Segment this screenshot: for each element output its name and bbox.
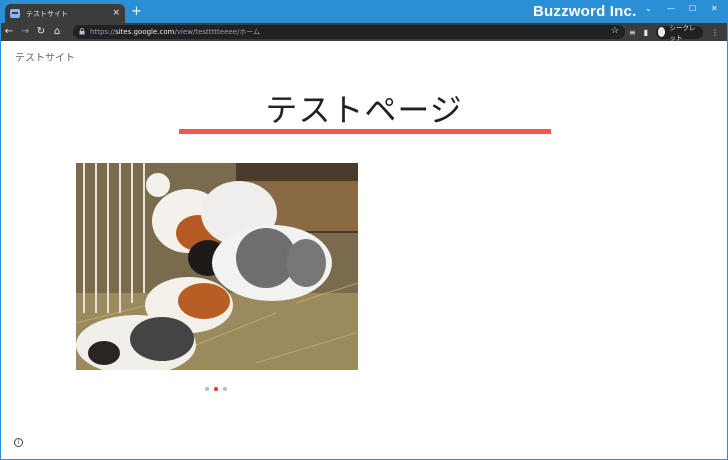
address-bar[interactable]: https://sites.google.com/view/testttttee… — [73, 25, 625, 39]
forward-icon[interactable]: → — [17, 23, 33, 41]
carousel-dot[interactable] — [223, 387, 227, 391]
side-panel-icon[interactable]: ▮ — [644, 28, 648, 37]
close-window-button[interactable]: ✕ — [711, 4, 718, 13]
browser-tab[interactable]: テストサイト × — [5, 4, 125, 23]
incognito-badge[interactable]: シークレット — [656, 24, 703, 42]
url-text: https://sites.google.com/view/testttttee… — [90, 28, 261, 36]
maximize-button[interactable]: ☐ — [689, 4, 696, 13]
reading-list-icon[interactable]: ≡ — [629, 28, 636, 37]
browser-window: テストサイト × + Buzzword Inc. ⌄ — ☐ ✕ ← → ↻ ⌂… — [0, 0, 728, 460]
image-carousel[interactable] — [76, 163, 358, 370]
carousel-dot[interactable] — [205, 387, 209, 391]
carousel-indicators — [205, 387, 227, 391]
minimize-button[interactable]: — — [667, 4, 675, 13]
tab-search-icon[interactable]: ⌄ — [645, 4, 652, 13]
brand-watermark: Buzzword Inc. — [533, 3, 637, 20]
star-icon[interactable]: ☆ — [611, 26, 619, 36]
home-icon[interactable]: ⌂ — [49, 23, 65, 41]
site-favicon-icon — [10, 9, 20, 18]
info-icon[interactable]: i — [14, 438, 23, 447]
lock-icon[interactable] — [79, 27, 85, 37]
toolbar-right: ≡ ▮ シークレット ⋮ — [629, 23, 727, 42]
reload-icon[interactable]: ↻ — [33, 23, 49, 41]
incognito-icon — [658, 27, 666, 37]
site-name[interactable]: テストサイト — [15, 49, 75, 64]
back-icon[interactable]: ← — [1, 23, 17, 41]
tab-bar: テストサイト × + Buzzword Inc. ⌄ — ☐ ✕ — [1, 1, 727, 23]
page-title: テストページ — [265, 91, 463, 129]
tab-title: テストサイト — [26, 9, 68, 18]
tab-close-icon[interactable]: × — [112, 9, 120, 18]
menu-icon[interactable]: ⋮ — [711, 28, 719, 37]
carousel-dot-active[interactable] — [214, 387, 218, 391]
title-underline — [179, 129, 551, 134]
guinea-pigs-photo — [76, 163, 358, 370]
incognito-label: シークレット — [669, 24, 696, 42]
new-tab-button[interactable]: + — [131, 5, 142, 19]
browser-toolbar: ← → ↻ ⌂ https://sites.google.com/view/te… — [1, 23, 727, 42]
page-content: テストサイト テストページ i — [1, 41, 727, 459]
